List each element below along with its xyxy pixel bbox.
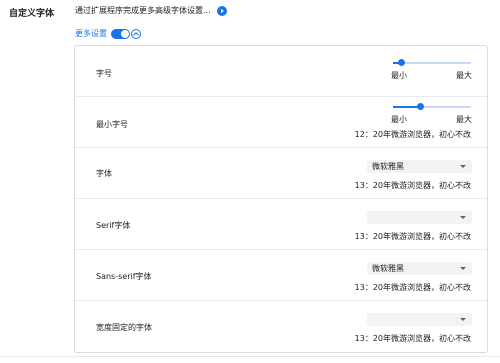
sans-serif-font-row: Sans-serif字体 微软雅黑 13：20年微游浏览器，初心不改 xyxy=(75,250,487,301)
font-preview-text: 13：20年微游浏览器，初心不改 xyxy=(354,334,471,343)
select-value: 微软雅黑 xyxy=(372,264,404,273)
caret-down-icon xyxy=(460,267,466,270)
slider-max-label: 最大 xyxy=(456,115,472,124)
slider-thumb[interactable] xyxy=(417,103,424,110)
font-preview-text: 13：20年微游浏览器，初心不改 xyxy=(354,283,471,292)
slider-min-label: 最小 xyxy=(391,115,407,124)
font-size-row: 字号 最小 最大 xyxy=(75,46,487,97)
extension-link-text[interactable]: 通过扩展程序完成更多高级字体设置... xyxy=(75,5,211,16)
font-preview-text: 12：20年微游浏览器，初心不改 xyxy=(354,130,471,139)
sans-serif-font-select[interactable]: 微软雅黑 xyxy=(367,262,472,275)
more-settings-label[interactable]: 更多设置 xyxy=(75,28,107,39)
fixed-font-select[interactable] xyxy=(367,313,472,326)
section-title: 自定义字体 xyxy=(9,9,55,19)
standard-font-label: 字体 xyxy=(96,169,112,178)
serif-font-label: Serif字体 xyxy=(96,221,131,230)
chevron-up-icon[interactable] xyxy=(131,28,141,39)
slider-min-label: 最小 xyxy=(391,71,407,80)
extension-link-row[interactable]: 通过扩展程序完成更多高级字体设置... xyxy=(75,5,227,16)
min-font-size-row: 最小字号 最小 最大 12：20年微游浏览器，初心不改 xyxy=(75,97,487,148)
fixed-font-label: 宽度固定的字体 xyxy=(96,323,152,332)
slider-thumb[interactable] xyxy=(398,59,405,66)
font-preview-text: 13：20年微游浏览器，初心不改 xyxy=(354,232,471,241)
caret-down-icon xyxy=(460,318,466,321)
serif-font-select[interactable] xyxy=(367,211,472,224)
min-font-size-label: 最小字号 xyxy=(96,120,128,129)
standard-font-row: 字体 微软雅黑 13：20年微游浏览器，初心不改 xyxy=(75,148,487,199)
standard-font-select[interactable]: 微软雅黑 xyxy=(367,160,472,173)
more-settings-toggle[interactable] xyxy=(111,28,130,39)
font-preview-text: 13：20年微游浏览器，初心不改 xyxy=(354,181,471,190)
slider-fill xyxy=(393,106,420,108)
play-icon[interactable] xyxy=(216,5,227,16)
font-size-label: 字号 xyxy=(96,69,112,78)
sans-serif-font-label: Sans-serif字体 xyxy=(96,272,152,281)
fixed-font-row: 宽度固定的字体 13：20年微游浏览器，初心不改 xyxy=(75,301,487,353)
serif-font-row: Serif字体 13：20年微游浏览器，初心不改 xyxy=(75,199,487,250)
select-value: 微软雅黑 xyxy=(372,162,404,171)
toggle-knob xyxy=(121,29,129,38)
divider xyxy=(0,356,500,357)
slider-max-label: 最大 xyxy=(456,71,472,80)
font-settings-panel: 字号 最小 最大 最小字号 最小 最大 12：20年微游浏览器，初心不改 字体 … xyxy=(74,45,488,353)
more-settings-row[interactable]: 更多设置 xyxy=(75,28,141,39)
caret-down-icon xyxy=(460,216,466,219)
caret-down-icon xyxy=(460,165,466,168)
